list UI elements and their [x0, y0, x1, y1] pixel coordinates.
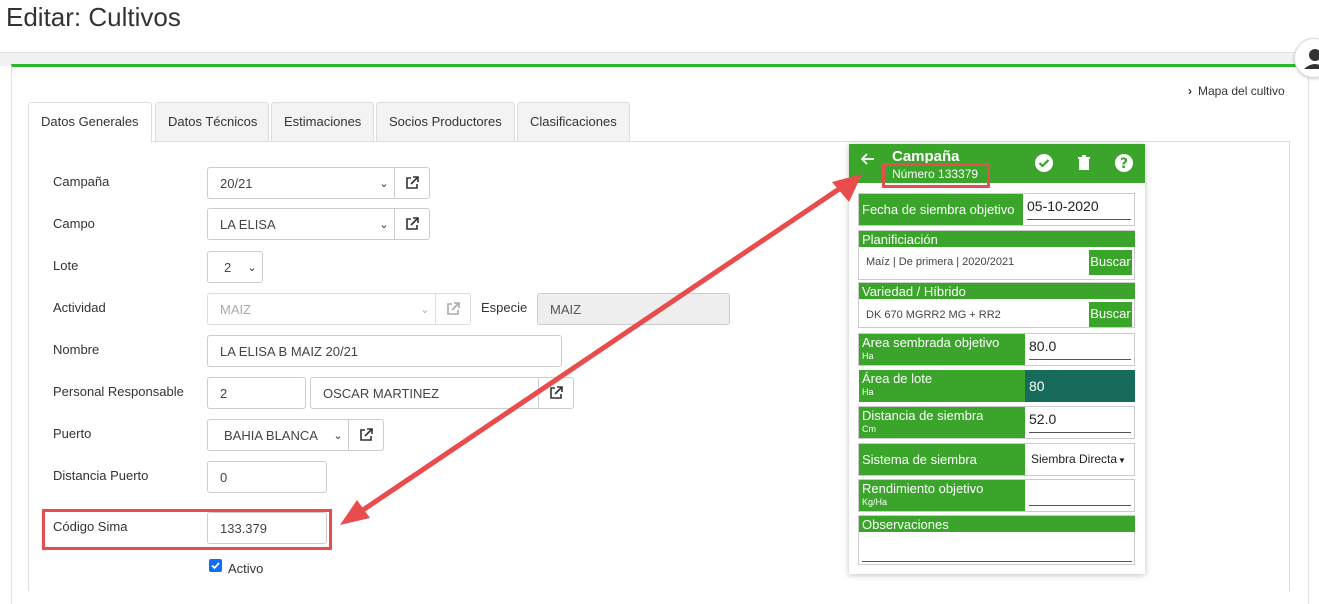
area-lote-label-box: Área de lote Ha: [859, 370, 1025, 402]
caret-down-icon: ▼: [1118, 456, 1126, 465]
sistema-value: Siembra Directa: [1031, 452, 1118, 466]
chevron-down-icon: ⌄: [379, 177, 389, 190]
puerto-value: BAHIA BLANCA: [224, 427, 318, 443]
area-sembrada-unit: Ha: [862, 351, 874, 361]
lote-select[interactable]: 2 ⌄: [207, 251, 263, 283]
distancia-label: Distancia de siembra: [862, 408, 984, 423]
actividad-external-link[interactable]: [435, 293, 471, 325]
personal-code-value: 2: [220, 385, 228, 401]
area-lote-value: 80: [1025, 370, 1135, 402]
personal-label: Personal Responsable: [53, 384, 184, 399]
planificacion-label: Planificiación: [859, 231, 1135, 247]
nombre-label: Nombre: [53, 342, 100, 357]
distancia-input[interactable]: 52.0: [1029, 411, 1131, 433]
rendimiento-unit: Kg/Ha: [862, 497, 888, 507]
campo-label: Campo: [53, 216, 95, 231]
svg-text:?: ?: [1120, 156, 1128, 172]
especie-label: Especie: [481, 300, 528, 315]
highlight-codigo-sima: [42, 509, 332, 550]
chevron-down-icon: ⌄: [379, 218, 389, 231]
puerto-external-link[interactable]: [348, 419, 384, 451]
observaciones-label: Observaciones: [859, 516, 1135, 532]
puerto-label: Puerto: [53, 426, 92, 441]
personal-name-value: OSCAR MARTINEZ: [323, 385, 440, 401]
actividad-label: Actividad: [53, 300, 106, 315]
personal-external-link[interactable]: [538, 377, 574, 409]
chevron-down-icon: ⌄: [247, 261, 257, 274]
chevron-down-icon: ⌄: [333, 429, 343, 442]
distancia-puerto-label: Distancia Puerto: [53, 468, 149, 483]
page-title: Editar: Cultivos: [6, 2, 181, 32]
check-circle-icon[interactable]: [1033, 152, 1055, 174]
lote-value: 2: [224, 259, 232, 275]
map-link[interactable]: › Mapa del cultivo: [1188, 84, 1285, 98]
personal-code-input[interactable]: 2: [207, 377, 306, 409]
tab-estimaciones[interactable]: Estimaciones: [271, 102, 374, 142]
external-link-icon: [360, 428, 373, 441]
variedad-buscar-button[interactable]: Buscar: [1089, 302, 1132, 327]
sistema-label: Sistema de siembra: [859, 444, 1025, 475]
especie-value: MAIZ: [550, 301, 582, 317]
campana-value: 20/21: [220, 175, 253, 191]
campo-external-link[interactable]: [394, 208, 430, 240]
distancia-label-box: Distancia de siembra Cm: [859, 407, 1025, 438]
external-link-icon: [406, 176, 419, 189]
trash-icon[interactable]: [1073, 152, 1095, 174]
area-sembrada-label: Area sembrada objetivo: [862, 335, 1000, 350]
sistema-select[interactable]: Siembra Directa▼: [1031, 452, 1126, 466]
campo-value: LA ELISA: [220, 216, 276, 232]
tab-datos-tecnicos[interactable]: Datos Técnicos: [155, 102, 269, 142]
especie-field: MAIZ: [537, 293, 730, 325]
external-link-icon: [406, 217, 419, 230]
variedad-value: DK 670 MGRR2 MG + RR2: [866, 309, 1001, 321]
campana-external-link[interactable]: [394, 167, 430, 199]
arrow-left-icon[interactable]: [860, 152, 875, 171]
area-sembrada-label-box: Area sembrada objetivo Ha: [859, 334, 1025, 365]
activo-label: Activo: [228, 561, 264, 576]
nombre-input[interactable]: LA ELISA B MAIZ 20/21: [207, 335, 562, 367]
chevron-down-icon: ⌄: [420, 303, 430, 316]
area-sembrada-input[interactable]: 80.0: [1029, 338, 1131, 360]
area-lote-unit: Ha: [862, 387, 874, 397]
campana-select[interactable]: 20/21 ⌄: [207, 167, 395, 199]
activo-checkbox[interactable]: [209, 559, 222, 572]
actividad-value: MAIZ: [220, 301, 252, 317]
mobile-preview: Campaña Número 133379 ? Fecha de siembra…: [849, 144, 1145, 574]
distancia-puerto-value: 0: [220, 469, 228, 485]
variedad-label: Variedad / Híbrido: [859, 283, 1135, 299]
tab-clasificaciones[interactable]: Clasificaciones: [517, 102, 630, 142]
distancia-unit: Cm: [862, 424, 876, 434]
chevron-right-icon: ›: [1188, 84, 1192, 98]
planificacion-buscar-button[interactable]: Buscar: [1089, 250, 1132, 275]
lote-label: Lote: [53, 258, 79, 273]
actividad-select[interactable]: MAIZ ⌄: [207, 293, 436, 325]
personal-name-input[interactable]: OSCAR MARTINEZ: [310, 377, 539, 409]
rendimiento-label: Rendimiento objetivo: [862, 481, 984, 496]
observaciones-input[interactable]: [862, 561, 1132, 562]
external-link-icon: [447, 302, 460, 315]
puerto-select[interactable]: BAHIA BLANCA ⌄: [207, 419, 349, 451]
campo-select[interactable]: LA ELISA ⌄: [207, 208, 395, 240]
rendimiento-input[interactable]: [1029, 484, 1131, 506]
rendimiento-label-box: Rendimiento objetivo Kg/Ha: [859, 480, 1025, 511]
map-link-label: Mapa del cultivo: [1198, 84, 1285, 98]
planificacion-value: Maíz | De primera | 2020/2021: [866, 256, 1015, 268]
external-link-icon: [550, 386, 563, 399]
help-icon[interactable]: ?: [1113, 152, 1135, 174]
tab-socios-productores[interactable]: Socios Productores: [376, 102, 515, 142]
fecha-label: Fecha de siembra objetivo: [859, 194, 1023, 225]
distancia-puerto-input[interactable]: 0: [207, 461, 327, 493]
tab-datos-generales[interactable]: Datos Generales: [28, 102, 152, 143]
campana-label: Campaña: [53, 174, 110, 189]
highlight-numero: [882, 163, 990, 188]
user-icon[interactable]: [1294, 38, 1319, 78]
area-lote-label: Área de lote: [862, 371, 933, 386]
fecha-input[interactable]: 05-10-2020: [1027, 198, 1131, 220]
check-icon: [211, 562, 220, 570]
nombre-value: LA ELISA B MAIZ 20/21: [220, 343, 359, 359]
